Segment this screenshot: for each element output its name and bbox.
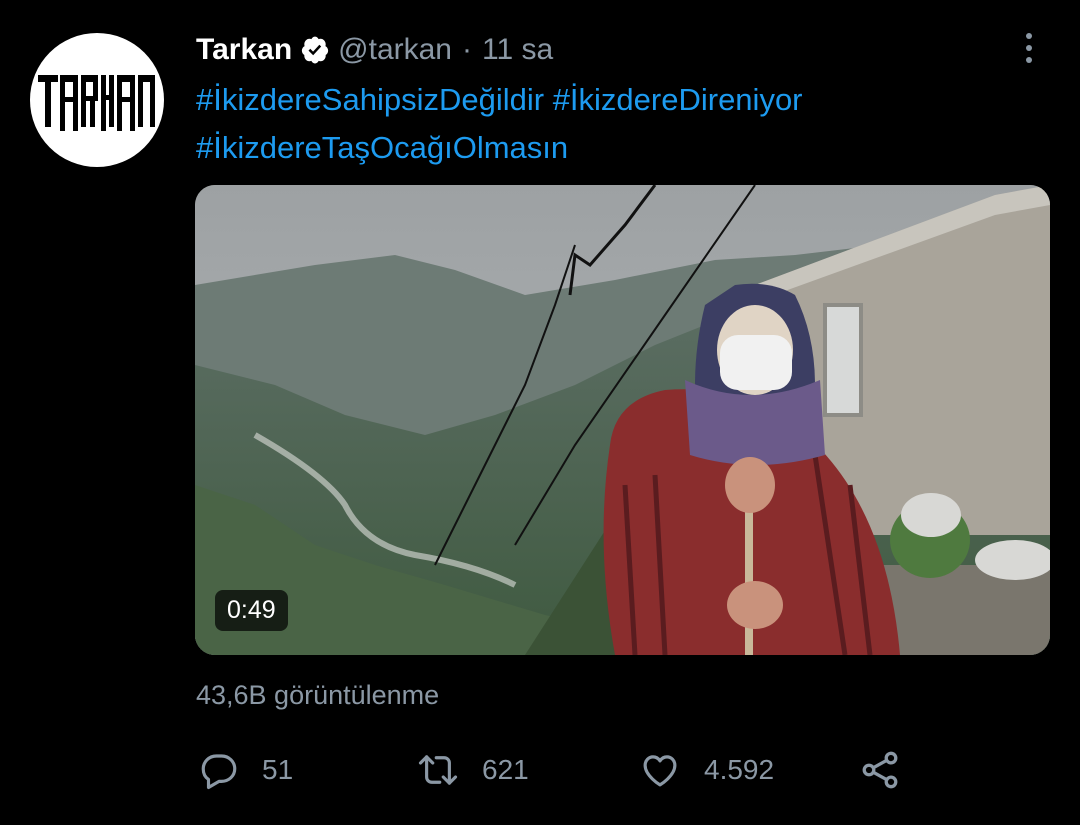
- more-options-icon[interactable]: [1012, 28, 1046, 68]
- like-count: 4.592: [704, 754, 775, 785]
- share-icon: [862, 751, 898, 789]
- retweet-count: 621: [482, 754, 529, 785]
- separator-dot: ·: [462, 33, 472, 66]
- verified-badge-icon: [300, 35, 330, 65]
- hashtag-link[interactable]: #İkizdereSahipsizDeğildir: [196, 82, 544, 117]
- view-count: 43,6B görüntülenme: [196, 680, 440, 710]
- retweet-button[interactable]: 621: [416, 745, 529, 795]
- retweet-icon: [418, 755, 458, 785]
- video-player[interactable]: 0:49: [195, 185, 1050, 655]
- like-button[interactable]: 4.592: [638, 745, 774, 795]
- reply-icon: [201, 754, 237, 790]
- heart-icon: [643, 755, 677, 787]
- reply-count: 51: [262, 754, 294, 785]
- timestamp[interactable]: 11 sa: [482, 33, 553, 67]
- reply-button[interactable]: 51: [198, 745, 293, 795]
- video-duration: 0:49: [215, 590, 288, 631]
- action-bar: 51 621 4.592: [198, 745, 918, 795]
- hashtag-link[interactable]: #İkizdereDireniyor: [553, 82, 803, 117]
- video-thumbnail: [195, 185, 1050, 655]
- display-name[interactable]: Tarkan: [196, 33, 292, 67]
- share-button[interactable]: [858, 745, 902, 795]
- tarkan-logo: [38, 75, 155, 131]
- tweet-header: Tarkan @tarkan · 11 sa: [196, 28, 553, 72]
- tweet-text: #İkizdereSahipsizDeğildir #İkizdereDiren…: [196, 76, 1036, 172]
- avatar[interactable]: [30, 33, 164, 167]
- hashtag-link[interactable]: #İkizdereTaşOcağıOlmasın: [196, 130, 568, 165]
- handle[interactable]: @tarkan: [338, 33, 452, 67]
